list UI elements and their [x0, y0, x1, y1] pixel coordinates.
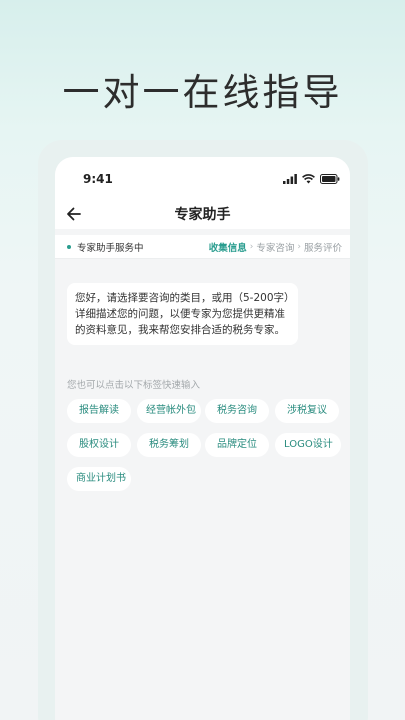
navbar: 专家助手: [55, 199, 350, 229]
quick-tags-hint: 您也可以点击以下标签快速输入: [67, 380, 201, 391]
status-bar: 9:41: [55, 157, 350, 199]
status-icons: [283, 173, 340, 185]
service-status-label: 专家助手服务中: [77, 243, 144, 254]
tag-business-plan[interactable]: 商业计划书: [67, 467, 131, 491]
step-expert-consult: 专家咨询: [256, 243, 295, 254]
chevron-right-icon: ›: [297, 242, 301, 252]
tag-brand-positioning[interactable]: 品牌定位: [205, 433, 269, 457]
tag-tax-consulting[interactable]: 税务咨询: [205, 399, 269, 423]
tag-tax-review[interactable]: 涉税复议: [275, 399, 339, 423]
status-time: 9:41: [83, 172, 113, 186]
service-status-bar: 专家助手服务中 收集信息 › 专家咨询 › 服务评价: [55, 235, 350, 259]
chevron-right-icon: ›: [249, 242, 254, 252]
page-title: 专家助手: [174, 207, 231, 223]
tag-report-interpretation[interactable]: 报告解读: [67, 399, 131, 423]
tag-tax-planning[interactable]: 税务筹划: [137, 433, 201, 457]
status-dot-icon: [67, 245, 71, 249]
tag-logo-design[interactable]: LOGO设计: [275, 433, 341, 457]
assistant-message-bubble: 您好，请选择要咨询的类目，或用（5-200字）详细描述您的问题，以便专家为您提供…: [67, 283, 298, 345]
step-service-review: 服务评价: [303, 243, 342, 254]
hero-title: 一对一在线指导: [62, 71, 343, 114]
signal-icon: [283, 174, 297, 184]
tag-bookkeeping-outsourcing[interactable]: 经营帐外包: [137, 399, 201, 423]
tag-equity-design[interactable]: 股权设计: [67, 433, 131, 457]
wifi-icon: [302, 174, 315, 184]
step-collect-info: 收集信息: [208, 243, 247, 254]
service-steps: 收集信息 › 专家咨询 › 服务评价: [209, 240, 342, 254]
phone-screen: 9:41 专家助手 专家助手服务中 收集信息 › 专家咨询 › 服务评价 您好，…: [55, 157, 350, 720]
battery-icon: [320, 174, 340, 184]
